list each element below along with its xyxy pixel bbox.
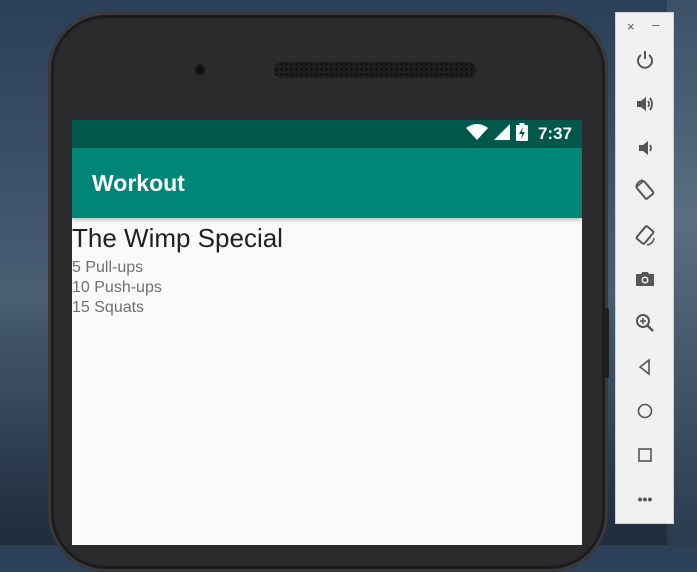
phone-screen: 7:37 Workout The Wimp Special 5 Pull-ups… xyxy=(72,120,582,545)
emulator-toolbar: × – ••• xyxy=(615,12,674,524)
phone-side-button[interactable] xyxy=(604,308,609,378)
minimize-window-button[interactable]: – xyxy=(652,17,659,32)
app-bar: Workout xyxy=(72,148,582,218)
volume-down-icon[interactable] xyxy=(630,133,660,163)
camera-icon[interactable] xyxy=(630,264,660,294)
rotate-left-icon[interactable] xyxy=(630,175,660,205)
earpiece-speaker xyxy=(274,62,476,78)
zoom-icon[interactable] xyxy=(630,308,660,338)
exercise-item: 5 Pull-ups xyxy=(72,259,144,276)
home-icon[interactable] xyxy=(630,396,660,426)
close-window-button[interactable]: × xyxy=(627,19,635,34)
rotate-right-icon[interactable] xyxy=(630,220,660,250)
workout-description: 5 Pull-ups 10 Push-ups 15 Squats xyxy=(72,258,283,318)
power-icon[interactable] xyxy=(630,45,660,75)
workout-title: The Wimp Special xyxy=(72,223,283,253)
workout-detail: The Wimp Special 5 Pull-ups 10 Push-ups … xyxy=(72,222,283,318)
back-icon[interactable] xyxy=(630,352,660,382)
app-title: Workout xyxy=(92,170,185,196)
front-camera xyxy=(192,62,208,78)
volume-up-icon[interactable] xyxy=(630,89,660,119)
overview-icon[interactable] xyxy=(630,440,660,470)
exercise-item: 10 Push-ups xyxy=(72,279,162,296)
status-time: 7:37 xyxy=(537,124,572,143)
exercise-item: 15 Squats xyxy=(72,299,145,316)
battery-charging-icon xyxy=(515,122,528,146)
wifi-icon xyxy=(465,123,488,145)
status-bar: 7:37 xyxy=(72,120,582,148)
more-icon[interactable]: ••• xyxy=(630,484,660,514)
cell-signal-icon xyxy=(493,123,510,145)
